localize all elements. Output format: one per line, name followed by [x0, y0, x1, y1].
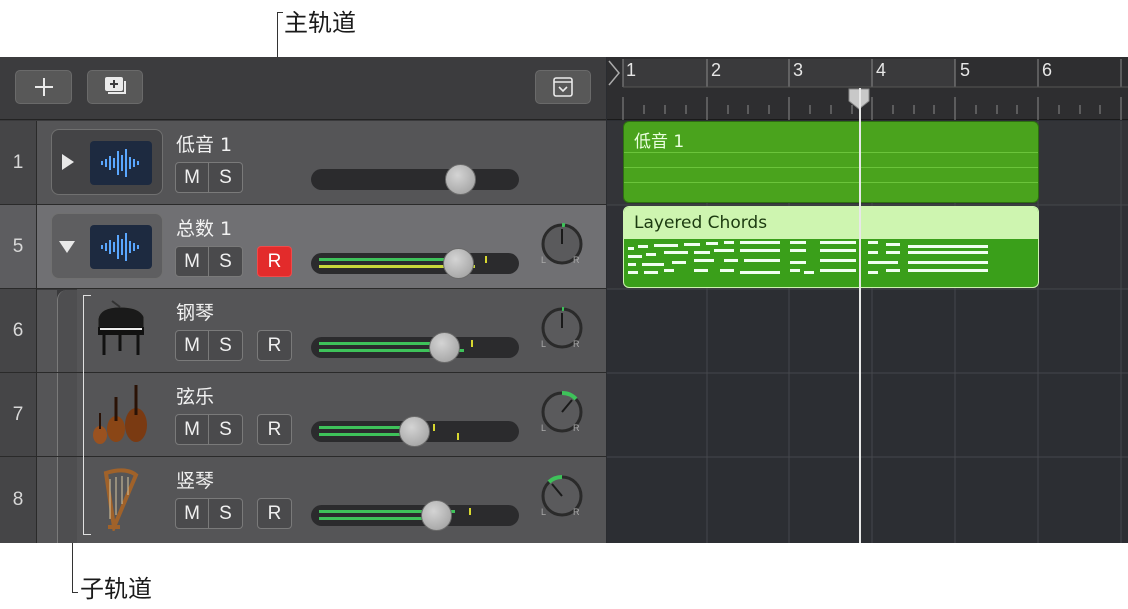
record-enable-button[interactable]: R [257, 498, 292, 529]
mute-solo-group: M S [175, 330, 243, 361]
track-name: 弦乐 [176, 386, 215, 408]
track-number: 6 [0, 289, 37, 372]
region-bass[interactable]: 低音 1 [623, 121, 1039, 203]
create-track-stack-button[interactable] [87, 70, 143, 104]
volume-fader[interactable] [311, 164, 519, 195]
track-name: 总数 1 [176, 218, 233, 240]
strings-icon [93, 385, 147, 444]
track-name: 竖琴 [176, 470, 215, 492]
peak-indicator [469, 508, 471, 515]
peak-indicator [433, 424, 435, 431]
region-lane-line [624, 182, 1038, 183]
bar-number: 6 [1042, 60, 1053, 80]
region-lane-line [624, 152, 1038, 153]
volume-fader-knob[interactable] [399, 416, 430, 447]
mute-solo-group: M S [175, 162, 243, 193]
add-stack-icon [105, 77, 126, 94]
pan-left-label: L [541, 423, 547, 433]
solo-button[interactable]: S [209, 414, 243, 445]
plus-icon [34, 78, 53, 96]
bar-number: 3 [793, 60, 804, 80]
track-name: 钢琴 [176, 302, 215, 324]
bar-number: 1 [626, 60, 637, 80]
region-layered-chords[interactable]: Layered Chords [623, 206, 1039, 288]
track-header-toolbar [0, 57, 606, 120]
tracks-area[interactable]: 1 2 3 4 5 6 低音 1 Layered Chords [607, 57, 1128, 543]
record-enable-button[interactable]: R [257, 246, 292, 277]
sub-tracks-callout: 子轨道 [80, 575, 152, 603]
solo-button[interactable]: S [209, 162, 243, 193]
playhead-line[interactable] [859, 88, 861, 543]
track-body [77, 457, 606, 543]
mute-solo-group: M S [175, 498, 243, 529]
pan-right-label: R [573, 507, 580, 517]
region-name: Layered Chords [634, 213, 768, 233]
expanded-triangle-icon[interactable] [59, 240, 75, 253]
region-lane-line [624, 167, 1038, 168]
bar-number: 2 [711, 60, 722, 80]
solo-button[interactable]: S [209, 246, 243, 277]
track-name: 低音 1 [176, 134, 233, 156]
peak-indicator [457, 433, 459, 440]
pan-right-label: R [573, 339, 580, 349]
track-row-summing-stack[interactable]: 5 总数 1 M S R L R [0, 205, 606, 289]
volume-fader-knob[interactable] [429, 332, 460, 363]
volume-fader[interactable] [311, 248, 519, 279]
sub-tracks-callout-tick [72, 592, 78, 593]
pan-left-label: L [541, 507, 547, 517]
track-body [77, 289, 606, 372]
pan-left-label: L [541, 255, 547, 265]
track-icon-box[interactable] [51, 213, 163, 279]
volume-fader[interactable] [311, 416, 519, 447]
solo-button[interactable]: S [209, 330, 243, 361]
collapsed-triangle-icon[interactable] [61, 154, 75, 170]
bar-number: 5 [960, 60, 971, 80]
record-enable-button[interactable]: R [257, 414, 292, 445]
bar-number: 4 [876, 60, 887, 80]
track-number: 5 [0, 205, 37, 288]
mute-button[interactable]: M [175, 414, 209, 445]
pan-left-label: L [541, 339, 547, 349]
volume-fader-knob[interactable] [445, 164, 476, 195]
volume-fader[interactable] [311, 500, 519, 531]
volume-fader-knob[interactable] [421, 500, 452, 531]
pan-right-label: R [573, 255, 580, 265]
mute-solo-group: M S [175, 246, 243, 277]
mute-button[interactable]: M [175, 330, 209, 361]
pan-right-label: R [573, 423, 580, 433]
mute-button[interactable]: M [175, 498, 209, 529]
track-number: 1 [0, 121, 37, 204]
track-body [77, 373, 606, 456]
record-enable-button[interactable]: R [257, 330, 292, 361]
track-number: 8 [0, 457, 37, 543]
volume-fader-knob[interactable] [443, 248, 474, 279]
volume-fader[interactable] [311, 332, 519, 363]
main-track-callout: 主轨道 [284, 9, 356, 37]
mute-button[interactable]: M [175, 162, 209, 193]
mute-solo-group: M S [175, 414, 243, 445]
peak-indicator [485, 256, 487, 263]
mute-button[interactable]: M [175, 246, 209, 277]
peak-indicator [471, 340, 473, 347]
track-number: 7 [0, 373, 37, 456]
disclosure-icon [553, 77, 573, 97]
track-icon-box[interactable] [51, 129, 163, 195]
global-tracks-button[interactable] [535, 70, 591, 104]
waveform-icon [90, 141, 152, 185]
solo-button[interactable]: S [209, 498, 243, 529]
logic-main-window: 1 低音 1 M S 5 总数 1 M S R L R 6 钢琴 M S R L… [0, 57, 1128, 543]
harp-icon [103, 468, 139, 531]
main-track-callout-tick [277, 12, 283, 13]
grand-piano-icon [97, 300, 145, 355]
add-track-button[interactable] [15, 70, 72, 104]
sub-track-bracket [83, 295, 91, 535]
bar-ruler[interactable]: 1 2 3 4 5 6 [607, 57, 1128, 120]
region-name: 低音 1 [634, 132, 685, 152]
waveform-icon [90, 225, 152, 269]
midi-notes [628, 241, 988, 274]
track-header-panel: 1 低音 1 M S 5 总数 1 M S R L R 6 钢琴 M S R L… [0, 57, 606, 543]
track-row-bass[interactable]: 1 低音 1 M S [0, 121, 606, 205]
